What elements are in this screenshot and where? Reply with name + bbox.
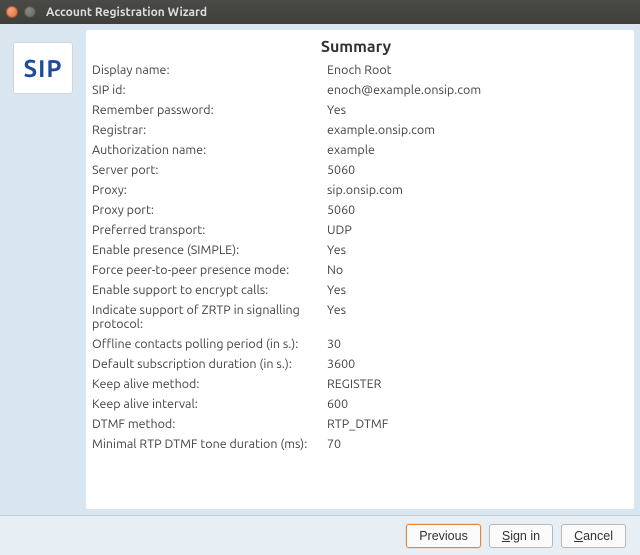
- window-title: Account Registration Wizard: [46, 6, 207, 19]
- summary-label: Registrar:: [92, 120, 327, 140]
- summary-row: Offline contacts polling period (in s.):…: [92, 334, 620, 354]
- cancel-button[interactable]: Cancel: [561, 524, 626, 548]
- summary-label: Remember password:: [92, 100, 327, 120]
- minimize-icon[interactable]: [24, 6, 36, 18]
- sip-logo: SIP: [13, 42, 73, 94]
- summary-label: Authorization name:: [92, 140, 327, 160]
- sip-logo-text: SIP: [23, 55, 62, 82]
- summary-row: Server port:5060: [92, 160, 620, 180]
- summary-value: enoch@example.onsip.com: [327, 80, 620, 100]
- summary-row: Indicate support of ZRTP in signalling p…: [92, 300, 620, 334]
- summary-label: Enable presence (SIMPLE):: [92, 240, 327, 260]
- summary-label: Preferred transport:: [92, 220, 327, 240]
- summary-value: RTP_DTMF: [327, 414, 620, 434]
- summary-table: Display name:Enoch RootSIP id:enoch@exam…: [92, 60, 620, 454]
- summary-row: Preferred transport:UDP: [92, 220, 620, 240]
- summary-label: Enable support to encrypt calls:: [92, 280, 327, 300]
- summary-row: Remember password:Yes: [92, 100, 620, 120]
- summary-row: SIP id:enoch@example.onsip.com: [92, 80, 620, 100]
- previous-button[interactable]: Previous: [406, 524, 481, 548]
- summary-heading: Summary: [92, 38, 620, 56]
- summary-label: Force peer-to-peer presence mode:: [92, 260, 327, 280]
- summary-label: Keep alive interval:: [92, 394, 327, 414]
- summary-value: Yes: [327, 240, 620, 260]
- summary-row: Proxy:sip.onsip.com: [92, 180, 620, 200]
- sign-in-button[interactable]: Sign in: [489, 524, 553, 548]
- summary-value: Yes: [327, 300, 620, 334]
- summary-value: UDP: [327, 220, 620, 240]
- summary-value: No: [327, 260, 620, 280]
- summary-label: Offline contacts polling period (in s.):: [92, 334, 327, 354]
- summary-label: Indicate support of ZRTP in signalling p…: [92, 300, 327, 334]
- summary-row: Registrar:example.onsip.com: [92, 120, 620, 140]
- mnemonic: S: [502, 529, 510, 543]
- summary-label: Proxy port:: [92, 200, 327, 220]
- summary-row: Enable support to encrypt calls:Yes: [92, 280, 620, 300]
- summary-row: Display name:Enoch Root: [92, 60, 620, 80]
- sidebar: SIP: [0, 24, 86, 515]
- titlebar: Account Registration Wizard: [0, 0, 640, 24]
- summary-row: Keep alive method:REGISTER: [92, 374, 620, 394]
- summary-row: DTMF method:RTP_DTMF: [92, 414, 620, 434]
- summary-row: Authorization name:example: [92, 140, 620, 160]
- summary-row: Default subscription duration (in s.):36…: [92, 354, 620, 374]
- summary-label: DTMF method:: [92, 414, 327, 434]
- summary-row: Keep alive interval:600: [92, 394, 620, 414]
- button-bar: Previous Sign in Cancel: [0, 515, 640, 555]
- close-icon[interactable]: [6, 6, 18, 18]
- summary-value: sip.onsip.com: [327, 180, 620, 200]
- summary-row: Enable presence (SIMPLE):Yes: [92, 240, 620, 260]
- summary-value: Enoch Root: [327, 60, 620, 80]
- main-panel: Summary Display name:Enoch RootSIP id:en…: [86, 30, 634, 509]
- summary-label: Display name:: [92, 60, 327, 80]
- summary-value: 30: [327, 334, 620, 354]
- summary-value: example: [327, 140, 620, 160]
- summary-row: Proxy port:5060: [92, 200, 620, 220]
- summary-value: 70: [327, 434, 620, 454]
- summary-value: Yes: [327, 280, 620, 300]
- summary-value: example.onsip.com: [327, 120, 620, 140]
- summary-label: Default subscription duration (in s.):: [92, 354, 327, 374]
- summary-label: Minimal RTP DTMF tone duration (ms):: [92, 434, 327, 454]
- summary-row: Minimal RTP DTMF tone duration (ms):70: [92, 434, 620, 454]
- content: SIP Summary Display name:Enoch RootSIP i…: [0, 24, 640, 515]
- summary-value: 5060: [327, 160, 620, 180]
- summary-value: Yes: [327, 100, 620, 120]
- summary-value: REGISTER: [327, 374, 620, 394]
- summary-label: Server port:: [92, 160, 327, 180]
- summary-label: Proxy:: [92, 180, 327, 200]
- summary-label: Keep alive method:: [92, 374, 327, 394]
- mnemonic: C: [574, 529, 583, 543]
- summary-value: 3600: [327, 354, 620, 374]
- summary-value: 5060: [327, 200, 620, 220]
- summary-row: Force peer-to-peer presence mode:No: [92, 260, 620, 280]
- summary-label: SIP id:: [92, 80, 327, 100]
- summary-value: 600: [327, 394, 620, 414]
